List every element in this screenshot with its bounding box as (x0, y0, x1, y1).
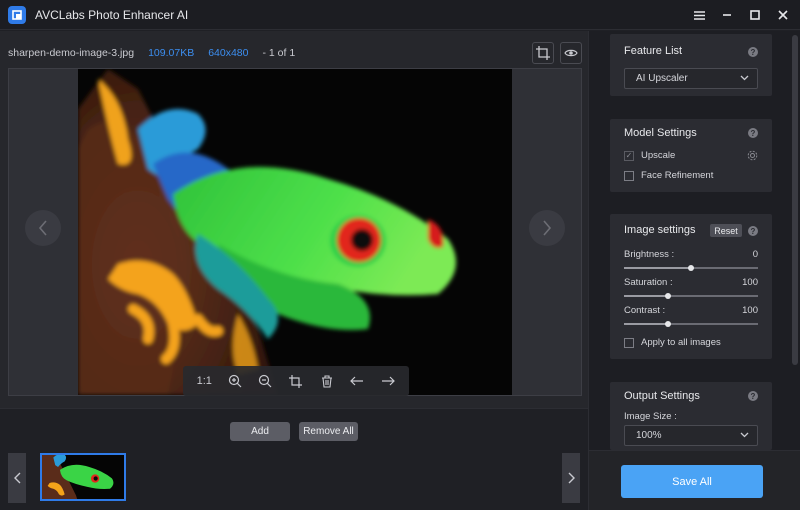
preview-eye-icon[interactable] (560, 42, 582, 64)
maximize-icon[interactable] (748, 8, 762, 22)
thumbnails-next-button[interactable] (562, 453, 580, 503)
brightness-value: 0 (752, 249, 758, 260)
face-refinement-label: Face Refinement (641, 170, 714, 181)
upscale-checkbox[interactable]: ✓ (624, 150, 634, 161)
previous-image-button[interactable] (25, 210, 61, 246)
delete-icon[interactable] (317, 371, 337, 391)
app-window: AVCLabs Photo Enhancer AI sharpen-demo-i… (0, 0, 800, 510)
brightness-thumb[interactable] (688, 265, 694, 271)
saturation-slider[interactable] (624, 293, 758, 299)
saturation-thumb[interactable] (665, 293, 672, 299)
help-icon[interactable]: ? (748, 226, 758, 236)
settings-panel: Feature List ? AI Upscaler Model Setting… (588, 31, 800, 510)
file-info: sharpen-demo-image-3.jpg 109.07KB 640x48… (8, 47, 295, 59)
file-size: 109.07KB (148, 47, 195, 59)
contrast-value: 100 (742, 305, 758, 316)
thumbnail-image (42, 455, 124, 499)
face-refinement-checkbox[interactable] (624, 170, 634, 181)
image-size-label: Image Size : (624, 411, 677, 422)
file-name: sharpen-demo-image-3.jpg (8, 47, 135, 59)
thumbnails-prev-button[interactable] (8, 453, 26, 503)
minimize-icon[interactable] (720, 8, 734, 22)
saturation-label: Saturation : (624, 277, 673, 288)
file-dimensions: 640x480 (208, 47, 249, 59)
app-logo-icon (8, 5, 26, 24)
output-settings-card: Output Settings ? Image Size : 100% (610, 382, 772, 450)
next-image-button[interactable] (529, 210, 565, 246)
apply-to-all-label: Apply to all images (641, 337, 721, 348)
chevron-right-icon (568, 472, 575, 484)
preview-image (78, 69, 512, 395)
upscale-option[interactable]: ✓ Upscale (624, 150, 675, 161)
feature-list-title: Feature List (624, 45, 683, 57)
arrow-left-icon[interactable] (347, 371, 367, 391)
chevron-left-icon (38, 220, 47, 236)
contrast-label: Contrast : (624, 305, 666, 316)
title-bar: AVCLabs Photo Enhancer AI (0, 0, 800, 30)
brightness-label: Brightness : (624, 249, 675, 260)
feature-list-card: Feature List ? AI Upscaler (610, 34, 772, 96)
help-icon[interactable]: ? (748, 47, 758, 57)
thumbnail-strip: Add Remove All (0, 408, 588, 510)
zoom-out-icon[interactable] (255, 371, 275, 391)
help-icon[interactable]: ? (748, 128, 758, 138)
actual-size-button[interactable]: 1:1 (194, 371, 214, 391)
add-button[interactable]: Add (230, 422, 290, 441)
crop-toggle-icon[interactable] (532, 42, 554, 64)
chevron-down-icon (740, 75, 749, 81)
chevron-left-icon (13, 472, 20, 484)
crop-icon[interactable] (286, 371, 306, 391)
saturation-value: 100 (742, 277, 758, 288)
image-size-value: 100% (636, 430, 662, 441)
feature-select[interactable]: AI Upscaler (624, 68, 758, 89)
frog-photo (78, 69, 512, 395)
feature-select-value: AI Upscaler (636, 73, 688, 84)
face-refinement-option[interactable]: Face Refinement (624, 170, 713, 181)
help-icon[interactable]: ? (748, 391, 758, 401)
chevron-right-icon (543, 220, 552, 236)
app-title: AVCLabs Photo Enhancer AI (35, 7, 189, 22)
save-area: Save All (589, 450, 800, 510)
remove-all-button[interactable]: Remove All (299, 422, 358, 441)
contrast-slider[interactable] (624, 321, 758, 327)
image-size-select[interactable]: 100% (624, 425, 758, 446)
gear-icon[interactable] (747, 150, 758, 161)
reset-button[interactable]: Reset (710, 224, 742, 237)
save-all-button[interactable]: Save All (621, 465, 763, 498)
image-settings-card: Image settings Reset ? Brightness : 0 Sa… (610, 214, 772, 359)
image-settings-title: Image settings (624, 224, 696, 236)
menu-icon[interactable] (692, 8, 706, 22)
brightness-slider[interactable] (624, 265, 758, 271)
close-icon[interactable] (776, 8, 790, 22)
upscale-label: Upscale (641, 150, 676, 161)
output-settings-title: Output Settings (624, 390, 700, 402)
viewer-toolbar: 1:1 (183, 366, 409, 396)
contrast-thumb[interactable] (665, 321, 672, 327)
model-settings-card: Model Settings ? ✓ Upscale Face Refineme… (610, 119, 772, 192)
panel-scrollbar[interactable] (792, 35, 798, 365)
image-viewer[interactable]: 1:1 (8, 68, 582, 396)
arrow-right-icon[interactable] (378, 371, 398, 391)
apply-to-all-checkbox[interactable] (624, 337, 634, 348)
model-settings-title: Model Settings (624, 127, 697, 139)
brightness-fill (624, 267, 691, 269)
workspace: sharpen-demo-image-3.jpg 109.07KB 640x48… (0, 31, 588, 510)
chevron-down-icon (740, 432, 749, 438)
apply-to-all-option[interactable]: Apply to all images (624, 337, 721, 348)
thumbnail-item[interactable] (40, 453, 126, 501)
contrast-fill (624, 323, 669, 325)
zoom-in-icon[interactable] (225, 371, 245, 391)
file-counter: - 1 of 1 (262, 47, 296, 59)
saturation-fill (624, 295, 669, 297)
